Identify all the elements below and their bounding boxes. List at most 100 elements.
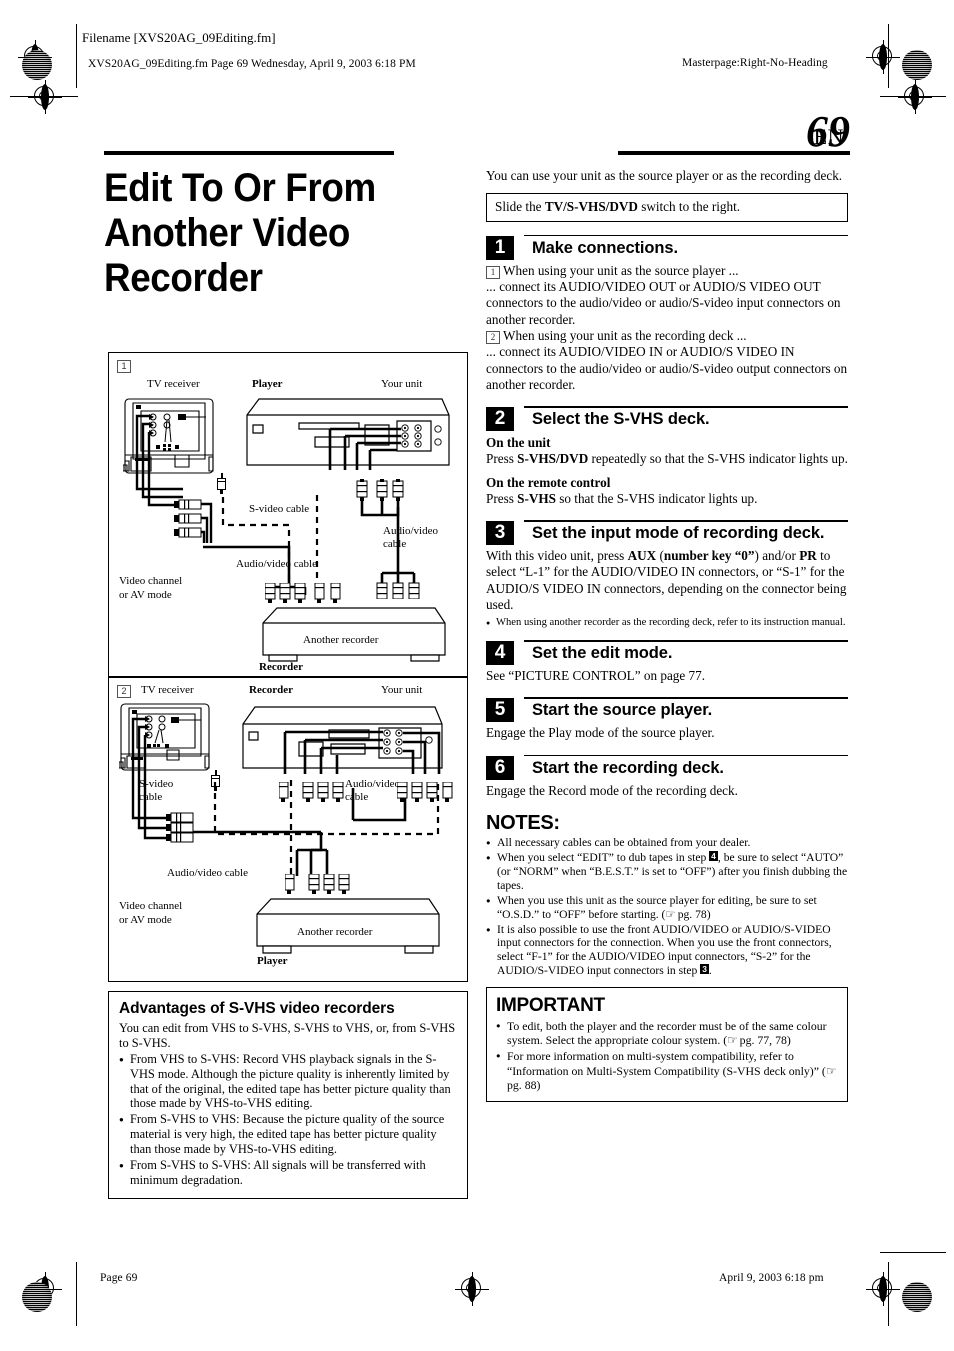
figure-2-video-channel-label: Video channel or AV mode [119,900,189,928]
list-item: From VHS to S-VHS: Record VHS playback s… [119,1052,457,1112]
step-2-number: 2 [486,407,514,432]
crop-line-left-vertical-lower [76,1262,77,1326]
title-rule [104,151,394,155]
step-3-body: With this video unit, press AUX (number … [486,548,847,613]
list-item: To edit, both the player and the recorde… [496,1019,838,1047]
step-3-note: When using another recorder as the recor… [486,617,848,630]
step-5-body: Engage the Play mode of the source playe… [486,725,715,741]
figure-1-another-recorder-label: Another recorder [303,634,379,646]
header-masterpage: Masterpage:Right-No-Heading [682,57,828,69]
step-5-header: 5 Start the source player. [486,696,848,723]
notes-list: All necessary cables can be obtained fro… [486,836,848,978]
colour-density-patch-bottom-right [902,1282,932,1312]
figure-1-video-channel-text: Video channel or AV mode [119,575,183,601]
registration-mark-top-right-outer [898,80,932,114]
figure-2-right-label: Your unit [381,684,423,696]
step-2-sub1-body: Press S-VHS/DVD repeatedly so that the S… [486,451,848,467]
colour-density-patch-top-right [902,50,932,80]
figure-1-right-label: Your unit [381,378,423,390]
figure-2-bottom-plug-row [284,873,367,896]
step-2-header: 2 Select the S-VHS deck. [486,405,848,432]
step-1-title: Make connections. [532,238,678,257]
list-item: For more information on multi-system com… [496,1049,838,1091]
list-item: From S-VHS to VHS: Because the picture q… [119,1112,457,1157]
figure-1-av-cable-left-label: Audio/video cable [236,558,317,570]
figure-2-plug-row-middle [278,781,353,804]
figure-1-bottom-plug-row [264,582,347,605]
list-item: When you select “EDIT” to dub tapes in s… [486,851,848,893]
step-3-number: 3 [486,521,514,546]
step-4: 4 Set the edit mode. See “PICTURE CONTRO… [486,639,848,684]
colour-density-patch-top-left [22,50,52,80]
figure-2-plug-row-right [396,781,457,804]
step-3-header: 3 Set the input mode of recording deck. [486,519,848,546]
step-2: 2 Select the S-VHS deck. On the unit Pre… [486,405,848,507]
step-5-number: 5 [486,698,514,723]
step-6-header: 6 Start the recording deck. [486,754,848,780]
step-2-title: Select the S-VHS deck. [532,410,710,429]
slide-switch-name: TV/S-VHS/DVD [544,198,638,214]
registration-mark-top-right-inner [866,40,900,74]
advantages-list: From VHS to S-VHS: Record VHS playback s… [119,1052,457,1188]
step-1: 1 Make connections. 1 When using your un… [486,234,848,394]
inline-marker-1: 1 [486,265,500,279]
step-5: 5 Start the source player. Engage the Pl… [486,696,848,741]
list-item: All necessary cables can be obtained fro… [486,836,848,850]
step-1-header: 1 Make connections. [486,234,848,260]
inline-step-badge-3: 3 [700,964,709,975]
right-column: You can use your unit as the source play… [486,168,848,1102]
inline-step-badge-4: 4 [709,851,718,862]
crop-line-left-vertical [76,24,77,88]
figure-1-number: 1 [117,360,131,373]
step-4-number: 4 [486,641,514,666]
page-number: 69 [806,107,850,156]
step-3-title: Set the input mode of recording deck. [532,524,825,543]
step-6: 6 Start the recording deck. Engage the R… [486,754,848,799]
step-2-sub2-body: Press S-VHS so that the S-VHS indicator … [486,490,758,506]
registration-mark-bottom-center [455,1272,489,1306]
step-6-number: 6 [486,755,514,780]
step-1-line-2: ... connect its AUDIO/VIDEO OUT or AUDIO… [486,278,841,327]
registration-mark-top-left-outer [28,80,62,114]
list-item: From S-VHS to S-VHS: All signals will be… [119,1158,457,1188]
slide-prefix: Slide the [495,198,545,214]
slide-switch-box: Slide the TV/S-VHS/DVD switch to the rig… [486,192,848,222]
figure-2-another-recorder-label: Another recorder [297,926,373,938]
page-title: Edit To Or From Another Video Recorder [104,166,376,301]
list-item: It is also possible to use the front AUD… [486,923,848,979]
footer-date: April 9, 2003 6:18 pm [719,1272,824,1284]
figure-1-right-av-bundle [345,479,455,600]
figure-2-number: 2 [117,685,131,698]
step-1-line-3: 2 When using your unit as the recording … [486,328,848,344]
step-1-line-4: ... connect its AUDIO/VIDEO IN or AUDIO/… [486,344,848,393]
step-4-body: See “PICTURE CONTROL” on page 77. [486,668,706,684]
step-6-title: Start the recording deck. [532,758,724,777]
step-1-number: 1 [486,235,514,260]
figure-2-tv-label: TV receiver [141,684,194,696]
important-list: To edit, both the player and the recorde… [496,1019,838,1092]
step-4-title: Set the edit mode. [532,644,673,663]
notes-heading: NOTES: [486,812,560,835]
figure-2-video-channel-text: Video channel or AV mode [119,900,183,926]
figure-1: 1 TV receiver Player Your unit S-video c… [108,352,468,677]
colour-density-patch-bottom-left [22,1282,52,1312]
pointing-hand-icon: ☞ [727,1033,738,1048]
crop-line-bottom-right-horizontal [880,1252,946,1253]
list-item: When you use this unit as the source pla… [486,894,848,922]
footer-page-label: Page 69 [100,1272,138,1284]
slide-suffix: switch to the right. [637,198,741,214]
step-3: 3 Set the input mode of recording deck. … [486,519,848,629]
header-slug: XVS20AG_09Editing.fm Page 69 Wednesday, … [88,58,416,70]
figure-2-bottom-role-label: Player [257,955,288,967]
step-4-header: 4 Set the edit mode. [486,639,848,666]
important-box: IMPORTANT To edit, both the player and t… [486,987,848,1102]
figure-2: 2 TV receiver Recorder Your unit S-video… [108,677,468,982]
step-6-body: Engage the Record mode of the recording … [486,782,738,798]
advantages-box: Advantages of S-VHS video recorders You … [108,991,468,1199]
step-5-title: Start the source player. [532,701,713,720]
pointing-hand-icon: ☞ [665,907,675,921]
figure-1-bottom-role-label: Recorder [259,661,303,673]
registration-mark-bottom-right [866,1272,900,1306]
figure-2-center-label: Recorder [249,684,293,696]
page-canvas: Filename [XVS20AG_09Editing.fm] XVS20AG_… [0,0,954,1351]
